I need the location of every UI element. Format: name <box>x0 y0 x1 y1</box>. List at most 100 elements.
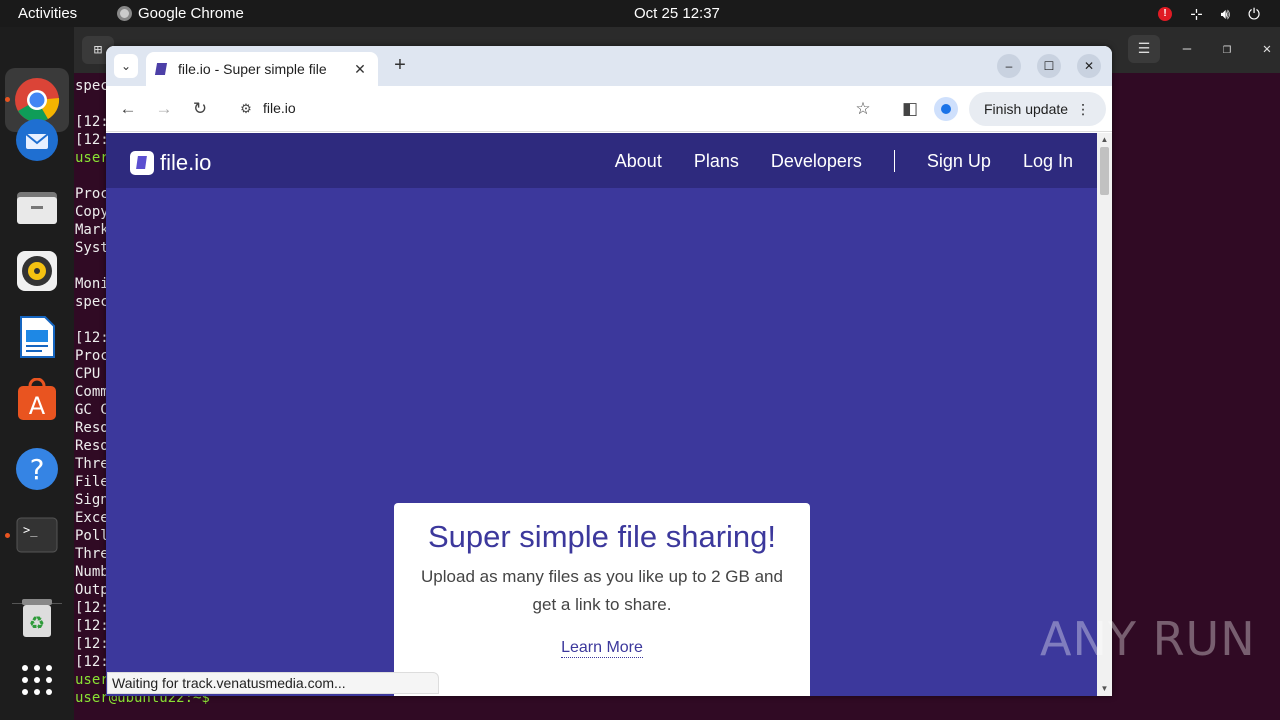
hero-card: Super simple file sharing! Upload as man… <box>394 503 810 696</box>
app-menu[interactable]: Google Chrome <box>117 5 244 22</box>
dock: A ? >_ ♻ <box>0 27 74 720</box>
rhythmbox-icon[interactable] <box>14 248 60 294</box>
side-panel-icon[interactable]: ◧ <box>898 97 922 121</box>
forward-icon[interactable]: → <box>152 97 176 121</box>
volume-icon[interactable]: 🔊︎ <box>1221 6 1230 23</box>
terminal-line: [12: <box>75 330 109 346</box>
terminal-line: Numb <box>75 564 109 580</box>
scroll-up-icon[interactable]: ▲ <box>1097 134 1112 146</box>
terminal-icon[interactable]: >_ <box>14 512 60 558</box>
more-menu-icon[interactable]: ⋮ <box>1076 101 1090 118</box>
terminal-menu-icon[interactable]: ☰ <box>1128 35 1160 63</box>
terminal-line: Copy <box>75 204 109 220</box>
running-indicator <box>5 97 10 102</box>
tab-strip: ⌄ file.io - Super simple file ✕ + – ☐ ✕ <box>106 46 1112 86</box>
app-center-icon[interactable]: A <box>14 378 60 424</box>
terminal-line: Outp <box>75 582 109 598</box>
terminal-line: Proc <box>75 186 109 202</box>
terminal-line: Thre <box>75 546 109 562</box>
terminal-line: Comm <box>75 384 109 400</box>
help-icon[interactable]: ? <box>14 446 60 492</box>
svg-text:♻: ♻ <box>29 613 45 634</box>
tab-title: file.io - Super simple file <box>178 61 327 77</box>
terminal-line: Reso <box>75 438 109 454</box>
maximize-button[interactable]: ☐ <box>1037 54 1061 78</box>
terminal-line: GC C <box>75 402 109 418</box>
close-button[interactable]: ✕ <box>1077 54 1101 78</box>
chrome-window: ⌄ file.io - Super simple file ✕ + – ☐ ✕ … <box>106 46 1112 696</box>
finish-update-label: Finish update <box>984 101 1069 117</box>
trash-icon[interactable]: ♻ <box>14 595 60 641</box>
show-apps-icon[interactable] <box>14 657 60 703</box>
chrome-small-icon <box>117 6 132 21</box>
scrollbar-thumb[interactable] <box>1100 147 1109 195</box>
terminal-line: Syst <box>75 240 109 256</box>
status-bubble: Waiting for track.venatusmedia.com... <box>107 672 439 694</box>
power-icon[interactable]: ⏻ <box>1248 6 1260 23</box>
url-text[interactable]: file.io <box>263 100 296 116</box>
terminal-line: spec <box>75 294 109 310</box>
system-tray[interactable]: ! ⊹ 🔊︎ ⏻ <box>1158 5 1260 23</box>
terminal-line: Mark <box>75 222 109 238</box>
terminal-line: Exce <box>75 510 109 526</box>
bookmark-star-icon[interactable]: ☆ <box>851 97 875 121</box>
network-icon[interactable]: ⊹ <box>1190 5 1203 23</box>
terminal-line: Moni <box>75 276 109 292</box>
reload-icon[interactable]: ↻ <box>188 97 212 121</box>
nav-sign-up[interactable]: Sign Up <box>927 151 991 172</box>
tab-close-icon[interactable]: ✕ <box>352 61 368 78</box>
terminal-line: [12: <box>75 636 109 652</box>
site-logo[interactable]: file.io <box>130 150 211 176</box>
terminal-line: Reso <box>75 420 109 436</box>
terminal-line: user <box>75 672 109 688</box>
back-icon[interactable]: ← <box>116 97 140 121</box>
fileio-favicon-icon <box>154 63 168 75</box>
terminal-line: user <box>75 150 109 166</box>
terminal-line: [12: <box>75 114 109 130</box>
learn-more-link[interactable]: Learn More <box>561 639 643 658</box>
minimize-button[interactable]: – <box>997 54 1021 78</box>
tab-search-icon[interactable]: ⌄ <box>114 54 138 78</box>
browser-toolbar: ← → ↻ ⚙ file.io ☆ ◧ Finish update ⋮ <box>106 86 1112 132</box>
top-bar: Activities Google Chrome Oct 25 12:37 ! … <box>0 0 1280 27</box>
files-icon[interactable] <box>14 184 60 230</box>
nav-developers[interactable]: Developers <box>771 151 862 172</box>
new-tab-button[interactable]: + <box>388 54 412 78</box>
fileio-logo-icon <box>130 151 154 175</box>
alert-icon[interactable]: ! <box>1158 7 1173 21</box>
scroll-down-icon[interactable]: ▼ <box>1097 683 1112 695</box>
finish-update-button[interactable]: Finish update ⋮ <box>969 92 1106 126</box>
logo-text: file.io <box>160 150 212 175</box>
nav-divider <box>893 150 895 172</box>
thunderbird-icon[interactable] <box>14 117 60 163</box>
tab-fileio[interactable]: file.io - Super simple file ✕ <box>146 52 378 86</box>
writer-icon[interactable] <box>14 314 60 360</box>
site-navbar: file.io About Plans Developers Sign Up L… <box>106 133 1097 188</box>
close-icon[interactable]: ✕ <box>1254 41 1280 57</box>
nav-plans[interactable]: Plans <box>694 151 739 172</box>
site-info-icon[interactable]: ⚙ <box>234 97 258 121</box>
terminal-line: File <box>75 474 109 490</box>
minimize-icon[interactable]: – <box>1174 41 1200 57</box>
site-nav-links: About Plans Developers Sign Up Log In <box>615 150 1073 172</box>
terminal-line: Sign <box>75 492 109 508</box>
terminal-line: spec <box>75 78 109 94</box>
terminal-line: Poll <box>75 528 109 544</box>
terminal-line: [12: <box>75 618 109 634</box>
activities-button[interactable]: Activities <box>18 5 77 22</box>
webpage: file.io About Plans Developers Sign Up L… <box>106 133 1097 696</box>
maximize-icon[interactable]: ❐ <box>1214 41 1240 57</box>
terminal-line: CPU <box>75 366 101 382</box>
terminal-line: Thre <box>75 456 109 472</box>
svg-text:A: A <box>29 392 46 420</box>
hero-title: Super simple file sharing! <box>427 519 777 554</box>
address-bar[interactable]: ⚙ file.io ☆ <box>226 92 881 126</box>
terminal-line: [12: <box>75 132 109 148</box>
running-indicator <box>5 533 10 538</box>
nav-log-in[interactable]: Log In <box>1023 151 1073 172</box>
clock[interactable]: Oct 25 12:37 <box>634 5 720 22</box>
terminal-line: Proc <box>75 348 109 364</box>
nav-about[interactable]: About <box>615 151 662 172</box>
terminal-line: [12: <box>75 654 109 670</box>
profile-avatar-icon[interactable] <box>934 97 958 121</box>
